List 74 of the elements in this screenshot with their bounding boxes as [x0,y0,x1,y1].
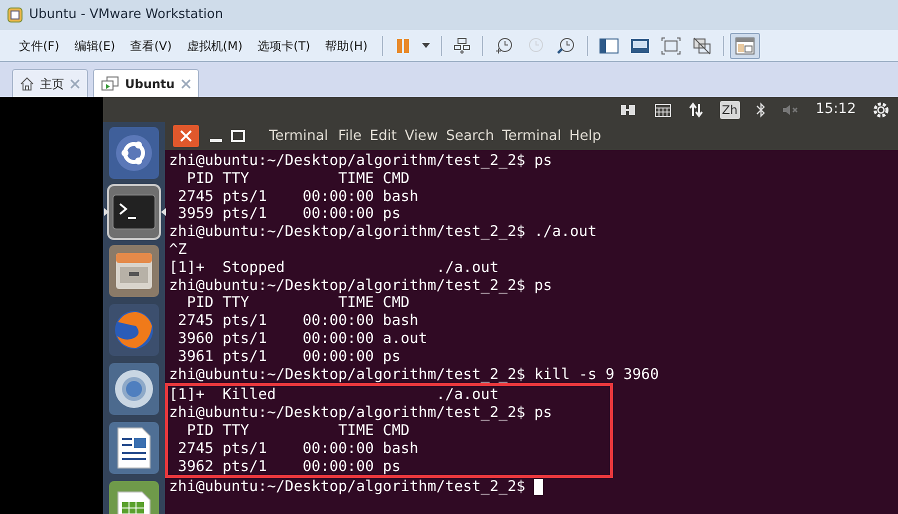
terminal-menu-item[interactable]: View [400,126,442,146]
window-title: Ubuntu - VMware Workstation [29,6,224,24]
unity-off-icon [692,36,712,54]
ubuntu-logo-icon [114,133,154,173]
terminal-menu-item[interactable]: Terminal [498,126,566,146]
muted-speaker-icon[interactable] [782,102,800,116]
terminal-menu-item[interactable]: Search [442,126,498,146]
terminal-line: zhi@ubuntu:~/Desktop/algorithm/test_2_2$ ps [169,404,554,422]
dropdown-caret-icon [422,43,430,48]
terminal-line: zhi@ubuntu:~/Desktop/algorithm/test_2_2$ ps [169,152,552,170]
sidebar-view-icon [598,36,619,54]
document-icon [116,426,152,470]
terminal-menu-item[interactable]: Edit [366,126,401,146]
launcher-item[interactable] [109,186,159,238]
terminal-line: zhi@ubuntu:~/Desktop/algorithm/test_2_2$ [169,478,526,496]
launcher-item[interactable] [109,127,159,179]
thumbnail-bar-icon [734,36,755,54]
terminal-title: Terminal [269,126,328,146]
launcher-item[interactable] [109,245,159,297]
tab-label: Ubuntu [125,76,175,92]
terminal-line: zhi@ubuntu:~/Desktop/algorithm/test_2_2$ ./a.out [169,223,597,241]
app-icon [7,7,23,23]
spreadsheet-icon [116,490,152,514]
terminal-line: 3959 pts/1 00:00:00 ps [176,205,401,224]
terminal-line: 2745 pts/1 00:00:00 bash [176,440,420,458]
plug-icon[interactable] [620,102,638,116]
terminal-line: 3962 pts/1 00:00:00 ps [176,458,402,476]
calendar-icon[interactable] [654,102,672,118]
terminal-line: 2745 pts/1 00:00:00 bash [176,312,418,330]
fox-globe-icon [112,308,156,352]
terminal-line: [1]+ Stopped ./a.out [169,258,499,277]
file-cabinet-icon [113,250,155,292]
home-icon [20,76,34,90]
network-devices-icon [452,36,471,54]
browser-icon [112,367,156,411]
virtual-machine-icon [101,76,119,92]
menu-item[interactable]: 帮助(H) [318,34,375,58]
bluetooth-icon[interactable] [756,102,766,118]
tab[interactable]: Ubuntu [93,69,199,97]
terminal-line: PID TTY TIME CMD [186,294,410,312]
fullscreen-icon [660,36,681,54]
terminal-menu-item[interactable]: Help [565,126,606,146]
launcher-item[interactable] [109,422,159,474]
terminal-line: PID TTY TIME CMD [186,422,411,440]
menu-item[interactable]: 编辑(E) [67,34,122,58]
menu-item[interactable]: 文件(F) [12,34,66,58]
input-method-indicator[interactable]: Zh [720,100,740,118]
settings-icon[interactable] [872,100,890,118]
snapshot-add-icon [494,36,514,56]
terminal-line: ^Z [169,240,187,259]
terminal-icon [112,194,156,230]
tab-label: 主页 [40,76,64,92]
terminal-line: zhi@ubuntu:~/Desktop/algorithm/test_2_2$ kill -s 9 3960 [169,366,659,384]
menu-item[interactable]: 选项卡(T) [250,34,318,58]
terminal-line: [1]+ Killed ./a.out [169,386,500,404]
close-icon [180,130,192,142]
close-button[interactable] [173,125,199,147]
terminal-line: zhi@ubuntu:~/Desktop/algorithm/test_2_2$ ps [169,276,552,294]
tab[interactable]: 主页 [12,69,88,97]
minimize-icon [210,139,222,142]
menu-item[interactable]: 虚拟机(M) [180,34,250,58]
terminal-line: 2745 pts/1 00:00:00 bash [176,188,418,206]
pause-icon [394,36,411,54]
toolbar-button[interactable] [730,32,760,58]
clock[interactable]: 15:12 [816,99,856,120]
menu-item[interactable]: 查看(V) [123,34,179,58]
terminal-line: PID TTY TIME CMD [186,170,410,188]
maximize-icon [231,130,245,142]
terminal-line: 3961 pts/1 00:00:00 ps [176,348,401,366]
terminal-line: 3960 pts/1 00:00:00 a.out [176,330,428,348]
console-view-icon [630,36,650,54]
network-arrows-icon[interactable] [688,102,704,118]
terminal-menu-item[interactable]: File [334,126,366,146]
snapshot-manager-icon [556,36,576,56]
